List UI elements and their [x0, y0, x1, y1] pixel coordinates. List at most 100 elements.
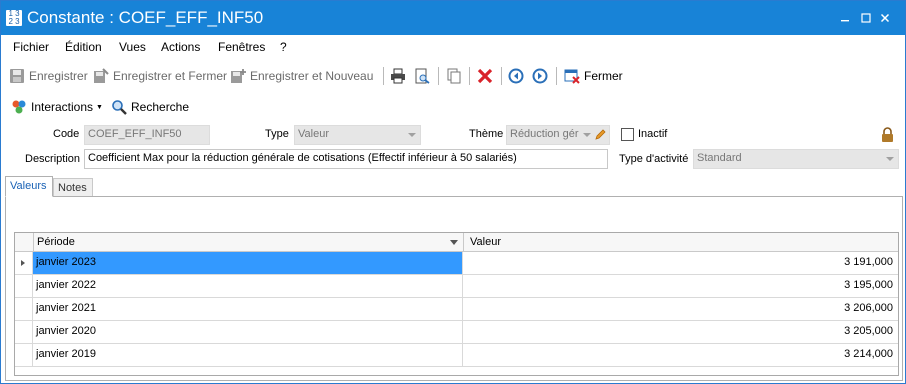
theme-value: Réduction gér: [510, 128, 579, 140]
type-value: Valeur: [298, 128, 329, 140]
menu-fenetres[interactable]: Fenêtres: [218, 40, 265, 54]
toolbar-separator: [556, 67, 557, 85]
period-cell[interactable]: janvier 2022: [33, 275, 463, 297]
close-label: Fermer: [584, 69, 623, 83]
period-header-label: Période: [37, 236, 75, 248]
row-indicator: [15, 298, 33, 320]
secondary-toolbar: Interactions ▼ Recherche: [1, 95, 905, 117]
description-field[interactable]: Coefficient Max pour la réduction généra…: [84, 149, 608, 169]
menu-help[interactable]: ?: [280, 40, 287, 54]
save-close-button[interactable]: Enregistrer et Fermer: [93, 66, 227, 86]
close-icon: [880, 13, 890, 23]
delete-button[interactable]: [477, 66, 497, 86]
print-button[interactable]: [390, 66, 410, 86]
toolbar-separator: [469, 67, 470, 85]
constant-window: 1 32 3 Constante : COEF_EFF_INF50 Fichie…: [0, 0, 906, 384]
table-row[interactable]: janvier 2020 3 205,000: [15, 321, 898, 344]
chevron-down-icon: ▼: [96, 103, 103, 111]
code-field[interactable]: COEF_EFF_INF50: [84, 125, 210, 145]
pencil-icon[interactable]: [594, 128, 607, 144]
printer-icon: [390, 68, 406, 84]
minimize-button[interactable]: [837, 10, 853, 26]
search-button[interactable]: Recherche: [111, 97, 189, 117]
interactions-button[interactable]: Interactions ▼: [11, 97, 103, 117]
current-row-arrow-icon: [21, 260, 25, 266]
save-new-label: Enregistrer et Nouveau: [250, 69, 374, 83]
search-icon: [111, 99, 127, 115]
values-grid: Période Valeur janvier 2023 3 191,000 ja…: [14, 232, 899, 376]
code-label: Code: [53, 128, 80, 140]
value-cell[interactable]: 3 214,000: [464, 344, 897, 366]
next-button[interactable]: [532, 66, 552, 86]
inactive-label: Inactif: [638, 128, 668, 140]
title-bar: 1 32 3 Constante : COEF_EFF_INF50: [1, 1, 905, 35]
menu-bar: Fichier Édition Vues Actions Fenêtres ?: [1, 38, 905, 58]
table-row[interactable]: janvier 2021 3 206,000: [15, 298, 898, 321]
save-new-button[interactable]: Enregistrer et Nouveau: [230, 66, 373, 86]
close-button[interactable]: Fermer: [564, 66, 623, 86]
window-title: Constante : COEF_EFF_INF50: [27, 8, 264, 27]
theme-dropdown[interactable]: Réduction gér: [506, 125, 610, 145]
close-window-icon: [564, 68, 580, 84]
minimize-icon: [841, 20, 849, 22]
search-label: Recherche: [131, 100, 190, 114]
sort-descending-icon: [450, 240, 458, 245]
save-label: Enregistrer: [29, 69, 88, 83]
copy-icon: [446, 68, 462, 84]
row-indicator: [15, 321, 33, 343]
value-cell[interactable]: 3 205,000: [464, 321, 897, 343]
period-cell[interactable]: janvier 2019: [33, 344, 463, 366]
theme-label: Thème: [469, 128, 504, 140]
table-row[interactable]: janvier 2022 3 195,000: [15, 275, 898, 298]
save-close-label: Enregistrer et Fermer: [113, 69, 228, 83]
menu-edition[interactable]: Édition: [65, 40, 102, 54]
activity-type-dropdown[interactable]: Standard: [693, 149, 899, 169]
table-row[interactable]: janvier 2023 3 191,000: [15, 252, 898, 275]
main-toolbar: Enregistrer Enregistrer et Fermer Enregi…: [1, 64, 905, 88]
value-cell[interactable]: 3 195,000: [464, 275, 897, 297]
inactive-checkbox[interactable]: [621, 128, 634, 141]
chevron-down-icon: [886, 157, 894, 161]
row-indicator: [15, 252, 33, 274]
value-cell[interactable]: 3 206,000: [464, 298, 897, 320]
type-label: Type: [265, 128, 289, 140]
maximize-button[interactable]: [858, 10, 874, 26]
close-window-button[interactable]: [877, 10, 893, 26]
tab-valeurs[interactable]: Valeurs: [5, 176, 53, 197]
toolbar-separator: [438, 67, 439, 85]
print-preview-icon: [414, 68, 430, 84]
copy-button[interactable]: [446, 66, 466, 86]
period-cell[interactable]: janvier 2020: [33, 321, 463, 343]
row-indicator: [15, 275, 33, 297]
toolbar-separator: [501, 67, 502, 85]
floppy-disk-icon: [9, 68, 25, 84]
period-cell[interactable]: janvier 2021: [33, 298, 463, 320]
grid-header: Période Valeur: [15, 233, 898, 252]
menu-actions[interactable]: Actions: [161, 40, 200, 54]
lock-icon: [881, 127, 894, 145]
activity-type-value: Standard: [697, 152, 742, 164]
values-tab-panel: Période Valeur janvier 2023 3 191,000 ja…: [5, 196, 903, 381]
arrow-right-circle-icon: [532, 68, 548, 84]
chevron-down-icon: [408, 133, 416, 137]
print-preview-button[interactable]: [414, 66, 434, 86]
period-column-header[interactable]: Période: [33, 233, 464, 252]
menu-vues[interactable]: Vues: [119, 40, 146, 54]
delete-x-icon: [477, 68, 493, 84]
toolbar-separator: [383, 67, 384, 85]
period-cell[interactable]: janvier 2023: [33, 252, 463, 274]
type-dropdown[interactable]: Valeur: [294, 125, 421, 145]
save-close-icon: [93, 68, 109, 84]
save-button[interactable]: Enregistrer: [9, 66, 88, 86]
row-indicator: [15, 344, 33, 366]
menu-fichier[interactable]: Fichier: [13, 40, 49, 54]
value-column-header[interactable]: Valeur: [467, 233, 767, 252]
table-row[interactable]: janvier 2019 3 214,000: [15, 344, 898, 367]
previous-button[interactable]: [508, 66, 528, 86]
numbers-icon: 1 32 3: [6, 10, 22, 26]
description-label: Description: [25, 153, 81, 165]
maximize-icon: [861, 13, 871, 23]
value-cell[interactable]: 3 191,000: [464, 252, 897, 274]
chevron-down-icon: [583, 133, 591, 137]
tab-notes[interactable]: Notes: [53, 178, 93, 197]
